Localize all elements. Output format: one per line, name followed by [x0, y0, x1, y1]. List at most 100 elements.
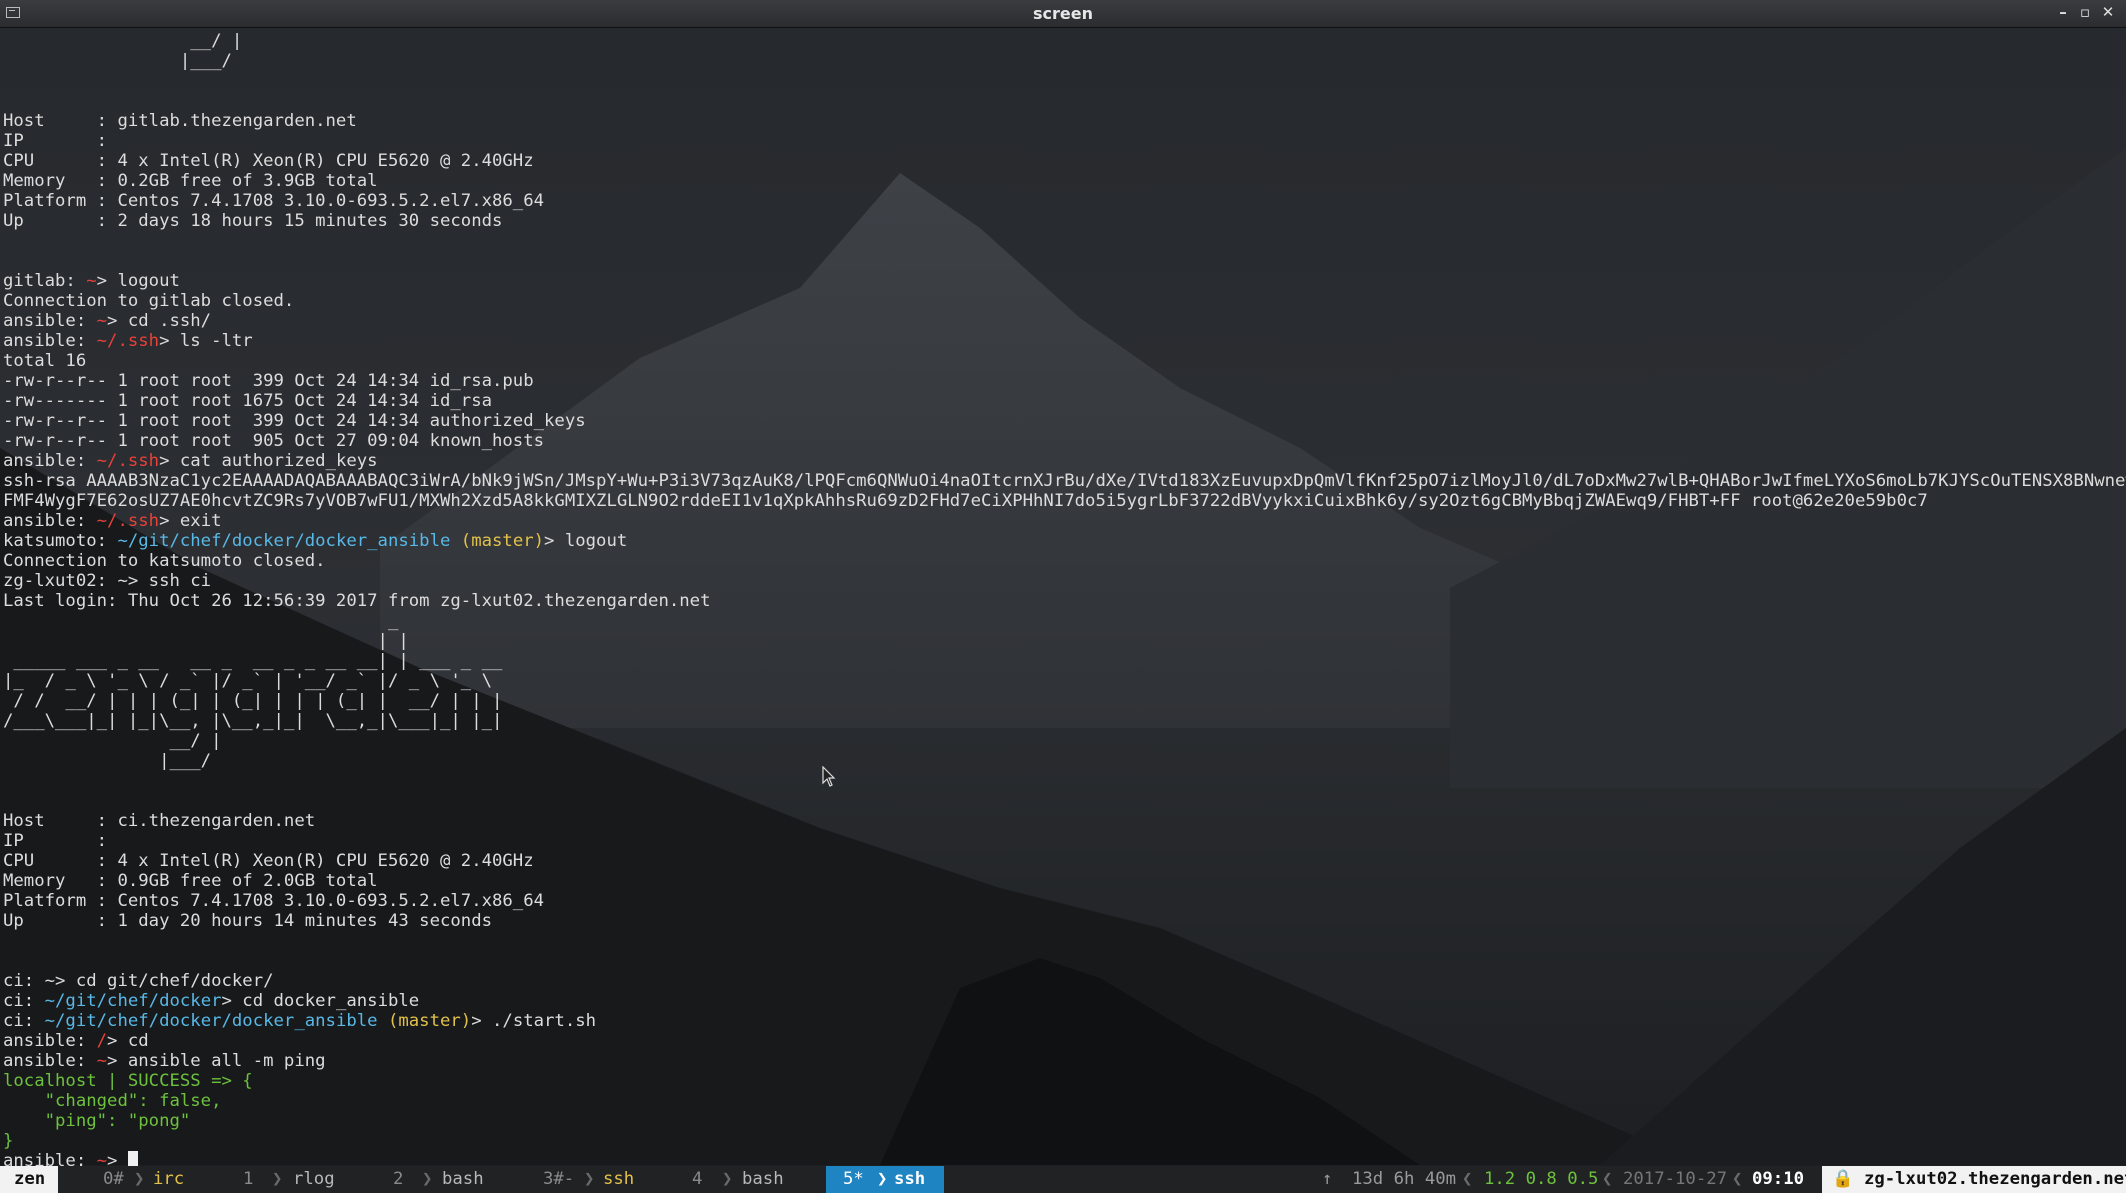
terminal-text: | | — [3, 631, 409, 651]
terminal-line: ansible: ~> cd .ssh/ — [3, 311, 2126, 331]
terminal-text: / / __/ | | | (_| | (_| | | | (_| | __/ … — [3, 691, 503, 711]
maximize-icon[interactable]: ▫ — [2076, 2, 2094, 22]
terminal-line: _____ ___ _ __ __ _ __ _ _ __ __| | ___ … — [3, 651, 2126, 671]
terminal-text: Platform : Centos 7.4.1708 3.10.0-693.5.… — [3, 891, 545, 911]
terminal-line: ci: ~> cd git/chef/docker/ — [3, 971, 2126, 991]
terminal-line: "ping": "pong" — [3, 1111, 2126, 1131]
terminal-text: ~/.ssh — [96, 511, 160, 531]
terminal-text: total 16 — [3, 351, 87, 371]
minimize-icon[interactable]: – — [2054, 2, 2072, 22]
terminal-text: Last login: Thu Oct 26 12:56:39 2017 fro… — [3, 591, 711, 611]
separator-arrow-icon: ❯ — [584, 1169, 595, 1189]
date: 2017-10-27 — [1623, 1169, 1728, 1189]
terminal-text: Memory : 0.9GB free of 2.0GB total — [3, 871, 378, 891]
clock-time: 09:10 — [1752, 1169, 1805, 1189]
terminal-line: _ — [3, 611, 2126, 631]
terminal-line: ansible: ~/.ssh> exit — [3, 511, 2126, 531]
terminal-line: Connection to katsumoto closed. — [3, 551, 2126, 571]
terminal-line: zg-lxut02: ~> ssh ci — [3, 571, 2126, 591]
terminal-text: ansible: — [3, 1031, 97, 1051]
terminal-text: (master) — [460, 531, 545, 551]
terminal-text: |___/ — [3, 751, 212, 771]
terminal-line: IP : — [3, 131, 2126, 151]
terminal-text: Up : 1 day 20 hours 14 minutes 43 second… — [3, 911, 492, 931]
terminal-line: -rw-r--r-- 1 root root 399 Oct 24 14:34 … — [3, 371, 2126, 391]
terminal-line: |___/ — [3, 751, 2126, 771]
terminal-text: __/ | — [3, 731, 222, 751]
window-number: 3#- — [543, 1169, 575, 1189]
terminal-text: -rw-r--r-- 1 root root 399 Oct 24 14:34 … — [3, 411, 586, 431]
window-tab-rlog[interactable]: rlog — [293, 1166, 335, 1193]
terminal-text: ansible: — [3, 1051, 97, 1071]
terminal-line: ci: ~/git/chef/docker> cd docker_ansible — [3, 991, 2126, 1011]
terminal-line: CPU : 4 x Intel(R) Xeon(R) CPU E5620 @ 2… — [3, 151, 2126, 171]
terminal-text: FMF4WygF7E62osUZ7AE0hcvtZC9Rs7yVOB7wFU1/… — [3, 491, 1928, 511]
terminal-text: _____ ___ _ __ __ _ __ _ _ __ __| | ___ … — [3, 651, 503, 671]
separator-arrow-icon: ❯ — [877, 1169, 888, 1189]
terminal-text: ansible: — [3, 511, 97, 531]
terminal-text: Connection to katsumoto closed. — [3, 551, 326, 571]
terminal-line: Up : 2 days 18 hours 15 minutes 30 secon… — [3, 211, 2126, 231]
terminal-line: "changed": false, — [3, 1091, 2126, 1111]
terminal-text: ~ — [86, 271, 97, 291]
hostname-badge: 🔒 zg-lxut02.thezengarden.net — [1822, 1166, 2126, 1193]
terminal-text: |___/ — [3, 51, 232, 71]
window-number: 0# — [103, 1169, 124, 1189]
terminal-text: / — [96, 1031, 108, 1051]
terminal-text: IP : — [3, 131, 108, 151]
terminal-text: __/ | — [3, 31, 243, 51]
terminal-line: -rw-r--r-- 1 root root 905 Oct 27 09:04 … — [3, 431, 2126, 451]
terminal-line: -rw-r--r-- 1 root root 399 Oct 24 14:34 … — [3, 411, 2126, 431]
terminal-text: ~/git/chef/docker — [44, 991, 222, 1011]
window-number: 4 — [692, 1169, 703, 1189]
separator-arrow-icon: ❯ — [422, 1169, 433, 1189]
terminal-line: Memory : 0.2GB free of 3.9GB total — [3, 171, 2126, 191]
close-icon[interactable]: ✕ — [2099, 2, 2117, 22]
window-number: 5* — [843, 1169, 864, 1189]
terminal-text: ansible: — [3, 311, 97, 331]
terminal-text: -rw-r--r-- 1 root root 905 Oct 27 09:04 … — [3, 431, 545, 451]
window-tab-bash[interactable]: bash — [742, 1166, 784, 1193]
separator-arrow-icon: ❮ — [1462, 1169, 1473, 1189]
terminal-line: -rw------- 1 root root 1675 Oct 24 14:34… — [3, 391, 2126, 411]
terminal-text: CPU : 4 x Intel(R) Xeon(R) CPU E5620 @ 2… — [3, 851, 534, 871]
terminal-text: CPU : 4 x Intel(R) Xeon(R) CPU E5620 @ 2… — [3, 151, 534, 171]
terminal-text: } — [3, 1131, 14, 1151]
terminal-line: Connection to gitlab closed. — [3, 291, 2126, 311]
terminal-line: gitlab: ~> logout — [3, 271, 2126, 291]
separator-arrow-icon: ❯ — [134, 1169, 145, 1189]
session-name: zen — [0, 1166, 58, 1193]
window-name: ssh — [894, 1169, 926, 1189]
window-tab-active-ssh[interactable]: 5* ❯ ssh — [826, 1166, 944, 1193]
terminal-text: ~ — [96, 311, 108, 331]
terminal-output[interactable]: __/ | |___/ Host : gitlab.thezengarden.ne… — [3, 31, 2126, 1171]
terminal-line: Host : gitlab.thezengarden.net — [3, 111, 2126, 131]
terminal-line: IP : — [3, 831, 2126, 851]
terminal-line: __/ | — [3, 31, 2126, 51]
terminal-text: ~/.ssh — [96, 331, 160, 351]
terminal-line: ansible: ~/.ssh> cat authorized_keys — [3, 451, 2126, 471]
terminal-line: /___\___|_| |_|\__, |\__,_|_| \__,_|\___… — [3, 711, 2126, 731]
window-tab-irc[interactable]: irc — [153, 1166, 184, 1193]
window-tab-bash[interactable]: bash — [442, 1166, 484, 1193]
terminal-text: > ./start.sh — [471, 1011, 597, 1031]
screen-status-bar: zen 0# ❯ irc 1 ❯ rlog 2 ❯ bash 3#- ❯ ssh… — [0, 1166, 2126, 1193]
terminal-line: ansible: /> cd — [3, 1031, 2126, 1051]
terminal-line: ci: ~/git/chef/docker/docker_ansible (ma… — [3, 1011, 2126, 1031]
terminal-text: "changed": false, — [3, 1091, 222, 1111]
terminal-line: ansible: ~/.ssh> ls -ltr — [3, 331, 2126, 351]
window-tab-ssh[interactable]: ssh — [603, 1166, 634, 1193]
separator-arrow-icon: ❯ — [722, 1169, 733, 1189]
terminal-line: Memory : 0.9GB free of 2.0GB total — [3, 871, 2126, 891]
uptime: 13d 6h 40m — [1352, 1169, 1457, 1189]
terminal-text: ci: — [3, 1011, 45, 1031]
terminal-text: |_ / _ \ '_ \ / _` |/ _` | '__/ _` |/ _ … — [3, 671, 492, 691]
terminal-line: __/ | — [3, 731, 2126, 751]
separator-arrow-icon: ❮ — [1732, 1169, 1743, 1189]
terminal-text: localhost | SUCCESS => { — [3, 1071, 253, 1091]
